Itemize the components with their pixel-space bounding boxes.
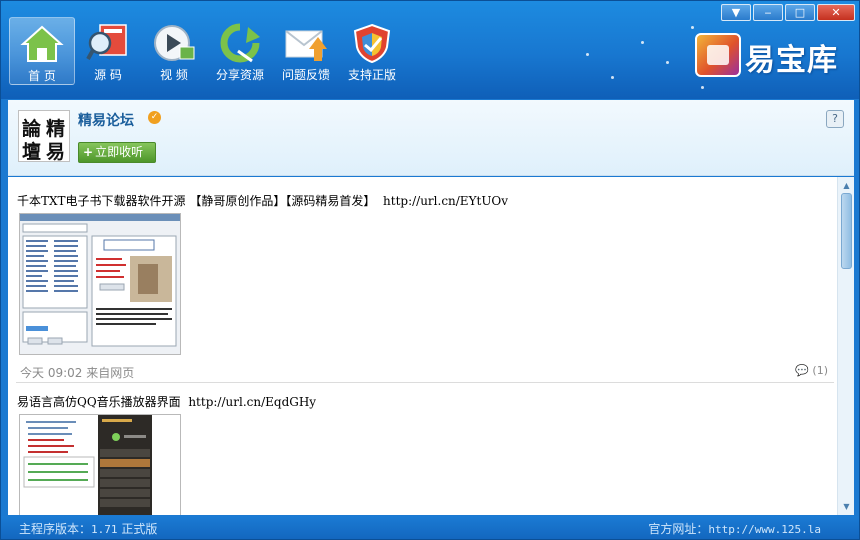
follow-button[interactable]: + 立即收听 — [78, 142, 156, 163]
nav-support-genuine[interactable]: 支持正版 — [339, 17, 405, 85]
nav-feedback-label: 问题反馈 — [281, 68, 330, 82]
sparkle — [611, 76, 614, 79]
shield-icon — [353, 23, 391, 63]
post-title: 易语言高仿QQ音乐播放器界面 — [17, 395, 181, 409]
nav-home-label: 首 页 — [28, 69, 56, 83]
scroll-thumb[interactable] — [841, 193, 852, 269]
post-thumbnail[interactable] — [19, 213, 181, 355]
avatar-glyph: 壇 — [22, 141, 42, 163]
plus-icon: + — [83, 145, 94, 159]
sparkle — [701, 86, 704, 89]
menu-dropdown-button[interactable]: ▼ — [721, 4, 751, 21]
post-meta: 今天 09:02 来自网页 — [20, 364, 134, 381]
version-label: 主程序版本： — [19, 522, 92, 536]
comment-count: (1) — [812, 364, 828, 377]
profile-panel: 論 精 壇 易 精易论坛 ✓ + 立即收听 ? — [8, 100, 854, 176]
post-link[interactable]: http://url.cn/EqdGHy — [188, 395, 316, 409]
site-label: 官方网址： — [648, 522, 709, 536]
post-thumbnail[interactable] — [19, 414, 181, 515]
feedback-mail-icon — [285, 30, 327, 61]
close-button[interactable]: ✕ — [817, 4, 855, 21]
header: 首 页 源 码 视 频 分享资源 问题反馈 支持正版 ▼ ‒ □ ✕ 易宝库 — [1, 1, 859, 99]
post-text: 易语言高仿QQ音乐播放器界面 http://url.cn/EqdGHy — [17, 393, 316, 410]
share-resources-icon — [220, 23, 260, 63]
nav-source-code-label: 源 码 — [94, 68, 122, 82]
home-icon — [20, 25, 64, 62]
avatar-glyph: 易 — [46, 141, 66, 163]
post-link[interactable]: http://url.cn/EYtUOv — [383, 194, 508, 208]
video-icon — [154, 25, 195, 61]
post-title: 千本TXT电子书下载器软件开源 【静哥原创作品】【源码精易首发】 — [17, 194, 376, 208]
site-link[interactable]: http://www.125.la — [708, 523, 821, 536]
official-site: 官方网址：http://www.125.la — [648, 520, 821, 537]
profile-name[interactable]: 精易论坛 — [78, 110, 134, 130]
main-toolbar: 首 页 源 码 视 频 分享资源 问题反馈 支持正版 — [9, 17, 405, 85]
scroll-down-icon[interactable]: ▼ — [840, 501, 853, 512]
window-controls: ▼ ‒ □ ✕ — [719, 4, 855, 21]
nav-share-resources-label: 分享资源 — [215, 68, 264, 82]
verified-badge-icon: ✓ — [148, 111, 161, 124]
nav-home[interactable]: 首 页 — [9, 17, 75, 85]
help-icon[interactable]: ? — [826, 110, 844, 128]
nav-source-code[interactable]: 源 码 — [75, 17, 141, 85]
nav-feedback[interactable]: 问题反馈 — [273, 17, 339, 85]
scroll-up-icon[interactable]: ▲ — [840, 180, 853, 191]
post-time: 今天 09:02 — [20, 366, 83, 380]
comment-icon: 💬 — [795, 364, 809, 377]
status-bar: 主程序版本：1.71 正式版 官方网址：http://www.125.la — [1, 516, 859, 539]
sparkle — [666, 61, 669, 64]
version-info: 主程序版本：1.71 正式版 — [19, 520, 157, 537]
app-window: 首 页 源 码 视 频 分享资源 问题反馈 支持正版 ▼ ‒ □ ✕ 易宝库 論… — [0, 0, 860, 540]
nav-support-genuine-label: 支持正版 — [347, 68, 396, 82]
sparkle — [586, 53, 589, 56]
source-code-icon — [86, 24, 127, 60]
follow-button-label: 立即收听 — [95, 145, 144, 159]
ebook-downloader-screenshot-image — [20, 214, 180, 354]
post-text: 千本TXT电子书下载器软件开源 【静哥原创作品】【源码精易首发】 http://… — [17, 192, 508, 209]
feed-list: 千本TXT电子书下载器软件开源 【静哥原创作品】【源码精易首发】 http://… — [8, 177, 854, 515]
sparkle — [641, 41, 644, 44]
list-item: 易语言高仿QQ音乐播放器界面 http://url.cn/EqdGHy — [8, 383, 836, 515]
app-logo: 易宝库 — [695, 33, 853, 81]
maximize-button[interactable]: □ — [785, 4, 815, 21]
post-source[interactable]: 来自网页 — [86, 366, 134, 380]
sparkle — [691, 26, 694, 29]
avatar[interactable]: 論 精 壇 易 — [18, 110, 70, 163]
music-player-screenshot-image — [20, 415, 180, 515]
logo-cube-icon — [695, 33, 741, 77]
nav-share-resources[interactable]: 分享资源 — [207, 17, 273, 85]
nav-video-label: 视 频 — [160, 68, 188, 82]
comments-button[interactable]: 💬 (1) — [795, 364, 828, 377]
edition-label: 正式版 — [121, 522, 158, 536]
nav-video[interactable]: 视 频 — [141, 17, 207, 85]
version-value: 1.71 — [91, 523, 118, 536]
minimize-button[interactable]: ‒ — [753, 4, 783, 21]
logo-title: 易宝库 — [745, 43, 838, 78]
list-item: 千本TXT电子书下载器软件开源 【静哥原创作品】【源码精易首发】 http://… — [8, 177, 836, 382]
feed-scrollbar[interactable]: ▲ ▼ — [837, 177, 854, 515]
